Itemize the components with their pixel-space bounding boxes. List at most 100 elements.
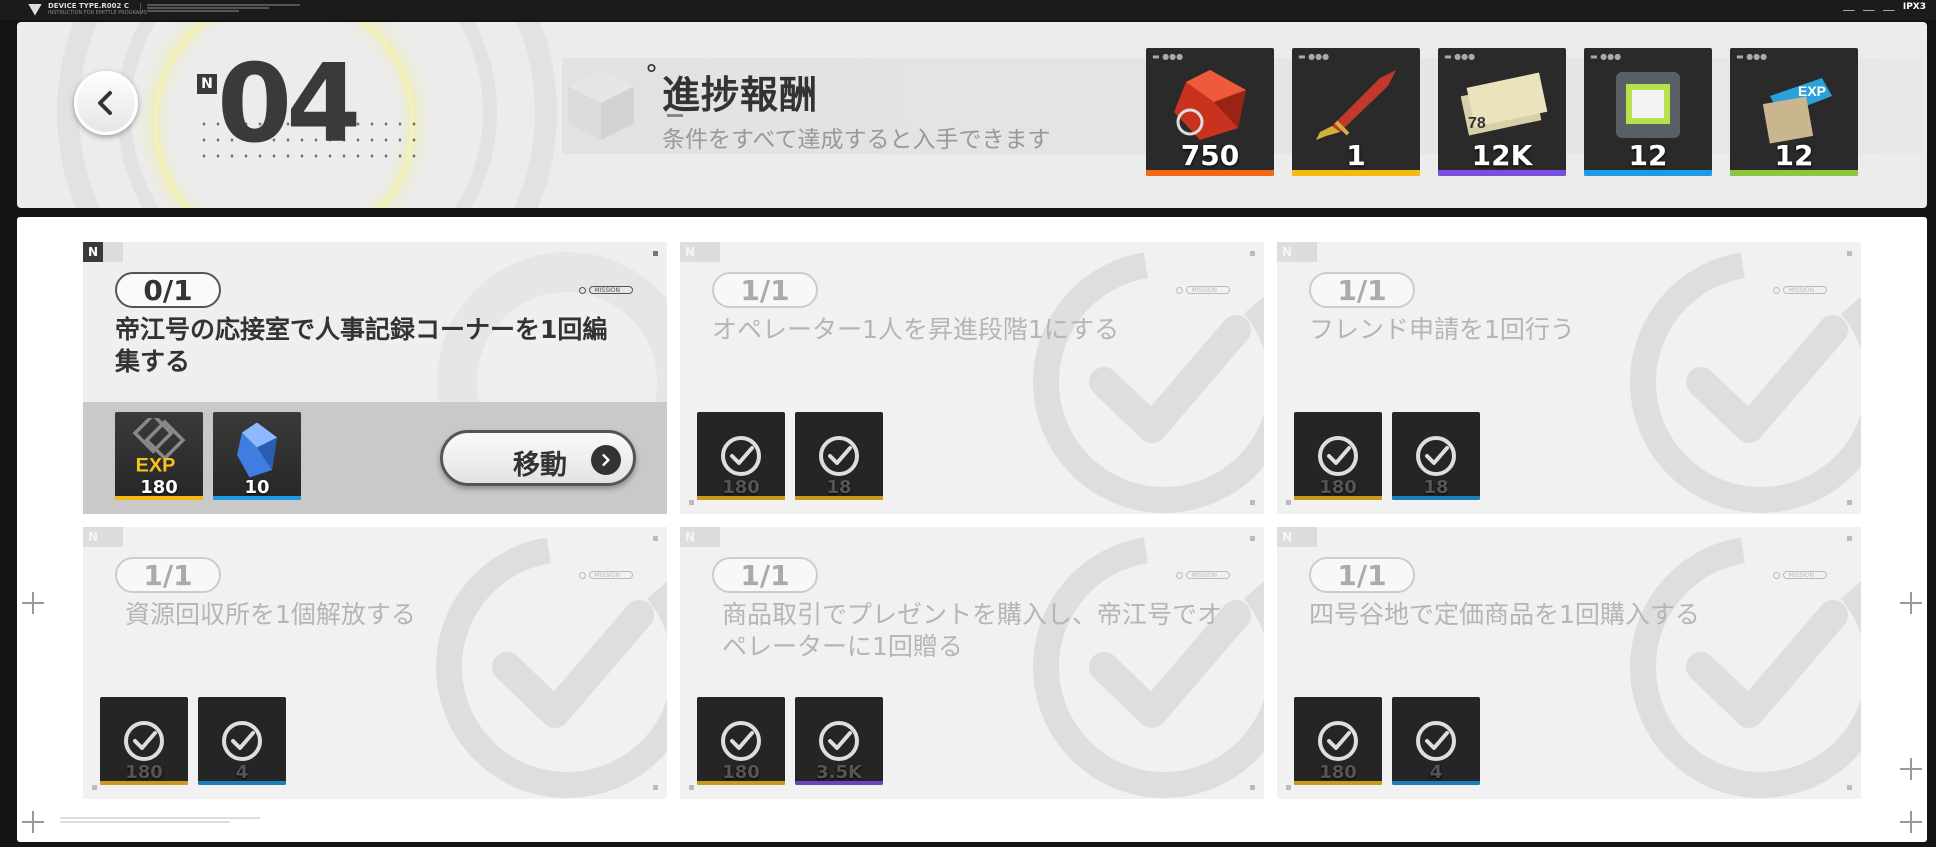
mission-reward-item[interactable]: 3.5K (795, 697, 883, 785)
mission-tag-icon: N (1277, 527, 1297, 547)
exp-icon: EXP (132, 418, 186, 474)
device-type-label: DEVICE TYPE.R002 C (48, 2, 129, 10)
device-brand: DEVICE TYPE.R002 C INSTRUCTION FOR EMITT… (28, 3, 147, 16)
triangle-icon (1882, 3, 1895, 11)
reward-amount: 180 (1319, 477, 1357, 498)
exp-card-icon: EXP (1762, 78, 1832, 144)
reward-amount: 1 (1346, 139, 1366, 172)
module-icon (1616, 72, 1680, 138)
mission-description: 商品取引でプレゼントを購入し、帝江号でオペレーターに1回贈る (722, 600, 1223, 661)
mission-progress: 1/1 (1309, 557, 1415, 593)
reward-amount: 750 (1180, 139, 1240, 172)
reward-box-icon (568, 70, 634, 140)
completed-check-icon (1033, 251, 1264, 513)
reward-amount: 180 (125, 762, 163, 783)
title-dash (667, 114, 683, 117)
mission-reward-item[interactable]: 4 (198, 697, 286, 785)
go-button[interactable]: 移動 (440, 430, 636, 486)
mission-tag-icon: N (1277, 242, 1297, 262)
reward-amount: 10 (244, 477, 270, 498)
brand-logo-icon (28, 3, 42, 16)
mission-reward-item[interactable]: 180 (697, 697, 785, 785)
crosshair-decoration (22, 592, 44, 614)
check-icon (717, 717, 765, 765)
mission-reward-item[interactable]: 180 (100, 697, 188, 785)
corner-decoration (1297, 242, 1317, 262)
mission-reward-item[interactable]: 180 (697, 412, 785, 500)
svg-text:EXP: EXP (1798, 83, 1826, 99)
currency-icon: 78 (1460, 72, 1548, 136)
mission-label: MISSION (579, 571, 633, 579)
fine-print-decoration (140, 3, 300, 15)
check-icon (1412, 432, 1460, 480)
reward-amount: 12 (1628, 139, 1668, 172)
mission-reward-item[interactable]: 10 (213, 412, 301, 500)
completed-check-icon (1630, 251, 1861, 513)
reward-amount: 18 (1423, 477, 1449, 498)
mission-label: MISSION (1773, 286, 1827, 294)
check-icon (815, 432, 863, 480)
ipx-label: IPX3 (1902, 2, 1926, 12)
mission-tag-icon: N (83, 527, 103, 547)
corner-decoration (103, 242, 123, 262)
mission-reward-item[interactable]: EXP 180 (115, 412, 203, 500)
mission-progress: 1/1 (115, 557, 221, 593)
check-icon (1314, 717, 1362, 765)
progress-reward-item[interactable]: ▬ ●●● 750 (1146, 48, 1274, 176)
page-subtitle: 条件をすべて達成すると入手できます (662, 127, 1051, 153)
mission-reward-item[interactable]: 4 (1392, 697, 1480, 785)
mission-card: N 1/1 MISSION 商品取引でプレゼントを購入し、帝江号でオペレーターに1回贈… (680, 527, 1264, 799)
crosshair-decoration (1900, 758, 1922, 780)
crosshair-decoration (22, 811, 44, 833)
reward-amount: 180 (722, 477, 760, 498)
reward-amount: 180 (722, 762, 760, 783)
mission-reward-item[interactable]: 180 (1294, 697, 1382, 785)
mission-label: MISSION (1176, 571, 1230, 579)
back-button[interactable] (74, 71, 138, 135)
page-title: 進捗報酬 (662, 73, 819, 117)
corner-decoration (700, 242, 720, 262)
chevron-right-icon (591, 445, 621, 475)
check-icon (1314, 432, 1362, 480)
mission-description: オペレーター1人を昇進段階1にする (712, 315, 1120, 344)
mission-label: MISSION (1773, 571, 1827, 579)
mission-label: MISSION (1176, 286, 1230, 294)
mission-card: N 1/1 MISSION オペレーター1人を昇進段階1にする 180 18 (680, 242, 1264, 514)
originium-icon (1174, 70, 1246, 140)
completed-check-icon (436, 536, 667, 798)
reward-amount: 180 (140, 477, 178, 498)
reward-amount: 12K (1471, 139, 1533, 172)
mission-reward-item[interactable]: 18 (795, 412, 883, 500)
check-icon (815, 717, 863, 765)
triangle-icon (1842, 3, 1855, 11)
progress-reward-header: N 04 ° 進捗報酬 条件をすべて達成すると入手できます ▬ ●●● 750 … (17, 22, 1927, 208)
progress-reward-item[interactable]: ▬ ●●● 78 12K (1438, 48, 1566, 176)
mission-tag-icon: N (83, 242, 103, 262)
progress-reward-item[interactable]: ▬ ●●● EXP 12 (1730, 48, 1858, 176)
weapon-icon (1316, 70, 1396, 140)
svg-text:78: 78 (1468, 115, 1486, 132)
mission-progress: 1/1 (712, 272, 818, 308)
reward-amount: 18 (826, 477, 852, 498)
mission-card[interactable]: N 0/1 MISSION 帝江号の応接室で人事記録コーナーを1回編集する EXP 1… (83, 242, 667, 514)
check-icon (1412, 717, 1460, 765)
crosshair-decoration (1900, 592, 1922, 614)
stage-number: 04 (217, 42, 361, 167)
svg-text:EXP: EXP (136, 455, 176, 474)
mission-card: N 1/1 MISSION 資源回収所を1個解放する 180 4 (83, 527, 667, 799)
system-top-bar: DEVICE TYPE.R002 C INSTRUCTION FOR EMITT… (0, 0, 1936, 20)
completed-check-icon (1033, 536, 1264, 798)
check-icon (218, 717, 266, 765)
crystal-icon (237, 422, 277, 478)
reward-amount: 4 (1429, 762, 1443, 783)
check-icon (120, 717, 168, 765)
progress-reward-item[interactable]: ▬ ●●● 12 (1584, 48, 1712, 176)
mission-progress: 1/1 (1309, 272, 1415, 308)
stage-badge: N (197, 74, 217, 94)
mission-tag-icon: N (680, 527, 700, 547)
go-button-label: 移動 (513, 450, 567, 481)
mission-reward-item[interactable]: 18 (1392, 412, 1480, 500)
mission-reward-item[interactable]: 180 (1294, 412, 1382, 500)
progress-reward-item[interactable]: ▬ ●●● 1 (1292, 48, 1420, 176)
crosshair-decoration (1900, 811, 1922, 833)
